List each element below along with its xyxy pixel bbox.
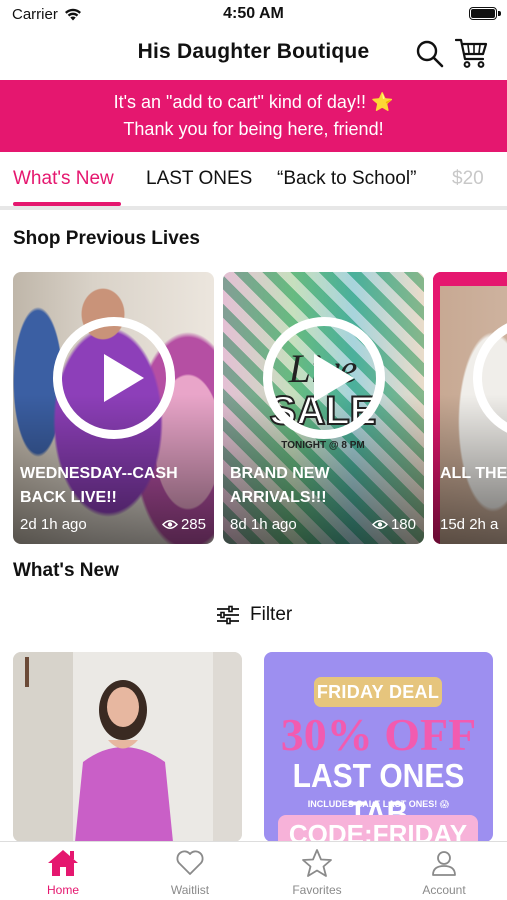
- nav-account-label: Account: [422, 883, 466, 897]
- live-card[interactable]: ALL THE 15d 2h a: [433, 272, 507, 544]
- live-title: ALL THE: [440, 465, 507, 482]
- live-age: 8d 1h ago: [230, 516, 297, 533]
- tab-20[interactable]: $20: [452, 168, 484, 190]
- tab-whats-new[interactable]: What's New: [13, 168, 114, 190]
- active-tab-indicator: [13, 202, 121, 206]
- nav-waitlist[interactable]: Waitlist: [135, 848, 245, 897]
- nav-home-label: Home: [46, 883, 79, 897]
- sliders-icon: [217, 605, 239, 625]
- nav-waitlist-label: Waitlist: [170, 883, 210, 897]
- person-icon: [432, 851, 456, 876]
- star-emoji-icon: ⭐: [370, 92, 394, 112]
- sale-time-text: TONIGHT @ 8 PM: [281, 440, 364, 451]
- deal-pill: FRIDAY DEAL: [314, 677, 442, 707]
- view-count: 180: [390, 516, 416, 533]
- status-time: 4:50 AM: [223, 5, 284, 22]
- lives-carousel[interactable]: WEDNESDAY--CASH BACK LIVE!! 2d 1h ago 28…: [13, 272, 507, 544]
- play-icon[interactable]: [263, 317, 385, 439]
- tab-last-ones[interactable]: LAST ONES: [146, 168, 252, 190]
- deal-discount: 30% OFF: [280, 709, 477, 760]
- filter-button[interactable]: Filter: [216, 604, 292, 626]
- banner-text-1: It's an "add to cart" kind of day!!: [113, 92, 366, 112]
- category-tabs: What's New LAST ONES “Back to School” $2…: [0, 155, 507, 210]
- star-icon: [302, 849, 332, 877]
- tab-back-to-school[interactable]: “Back to School”: [277, 168, 416, 190]
- live-age: 2d 1h ago: [20, 516, 87, 533]
- app-header: His Daughter Boutique: [0, 30, 507, 78]
- live-age: 15d 2h a: [440, 516, 499, 533]
- search-icon[interactable]: [415, 39, 445, 69]
- lives-section-title: Shop Previous Lives: [13, 228, 200, 249]
- promo-banner: It's an "add to cart" kind of day!! ⭐ Th…: [0, 80, 507, 152]
- live-title: BRAND NEW ARRIVALS!!!: [230, 465, 330, 506]
- product-photo: [13, 652, 242, 842]
- nav-favorites-label: Favorites: [292, 883, 342, 897]
- filter-label: Filter: [250, 604, 293, 625]
- deal-code: CODE:FRIDAY: [278, 815, 478, 842]
- deal-card[interactable]: FRIDAY DEAL 30% OFF LAST ONES TAB INCLUD…: [264, 652, 493, 842]
- live-title: WEDNESDAY--CASH BACK LIVE!!: [20, 465, 178, 506]
- live-views: 180: [371, 516, 416, 533]
- eye-icon: [371, 520, 388, 529]
- bottom-tab-bar: Home Waitlist Favorites Account: [0, 841, 507, 900]
- cart-icon[interactable]: [455, 37, 489, 69]
- banner-line-1: It's an "add to cart" kind of day!! ⭐: [0, 89, 507, 116]
- nav-favorites[interactable]: Favorites: [262, 848, 372, 897]
- eye-icon: [161, 520, 178, 529]
- product-card[interactable]: [13, 652, 242, 842]
- nav-home[interactable]: Home: [8, 848, 118, 897]
- home-icon: [48, 850, 78, 876]
- whats-new-title: What's New: [13, 560, 119, 581]
- deal-fine-print: INCLUDES SALE LAST ONES! 😱: [307, 799, 450, 809]
- nav-account[interactable]: Account: [389, 848, 499, 897]
- live-views: 285: [161, 516, 206, 533]
- heart-icon: [176, 850, 204, 875]
- view-count: 285: [180, 516, 206, 533]
- status-bar: Carrier 4:50 AM: [0, 0, 507, 28]
- battery-icon: [469, 7, 501, 20]
- live-card[interactable]: Live SALE TONIGHT @ 8 PM BRAND NEW ARRIV…: [223, 272, 424, 544]
- banner-line-2: Thank you for being here, friend!: [123, 119, 384, 139]
- live-card[interactable]: WEDNESDAY--CASH BACK LIVE!! 2d 1h ago 28…: [13, 272, 214, 544]
- play-icon[interactable]: [53, 317, 175, 439]
